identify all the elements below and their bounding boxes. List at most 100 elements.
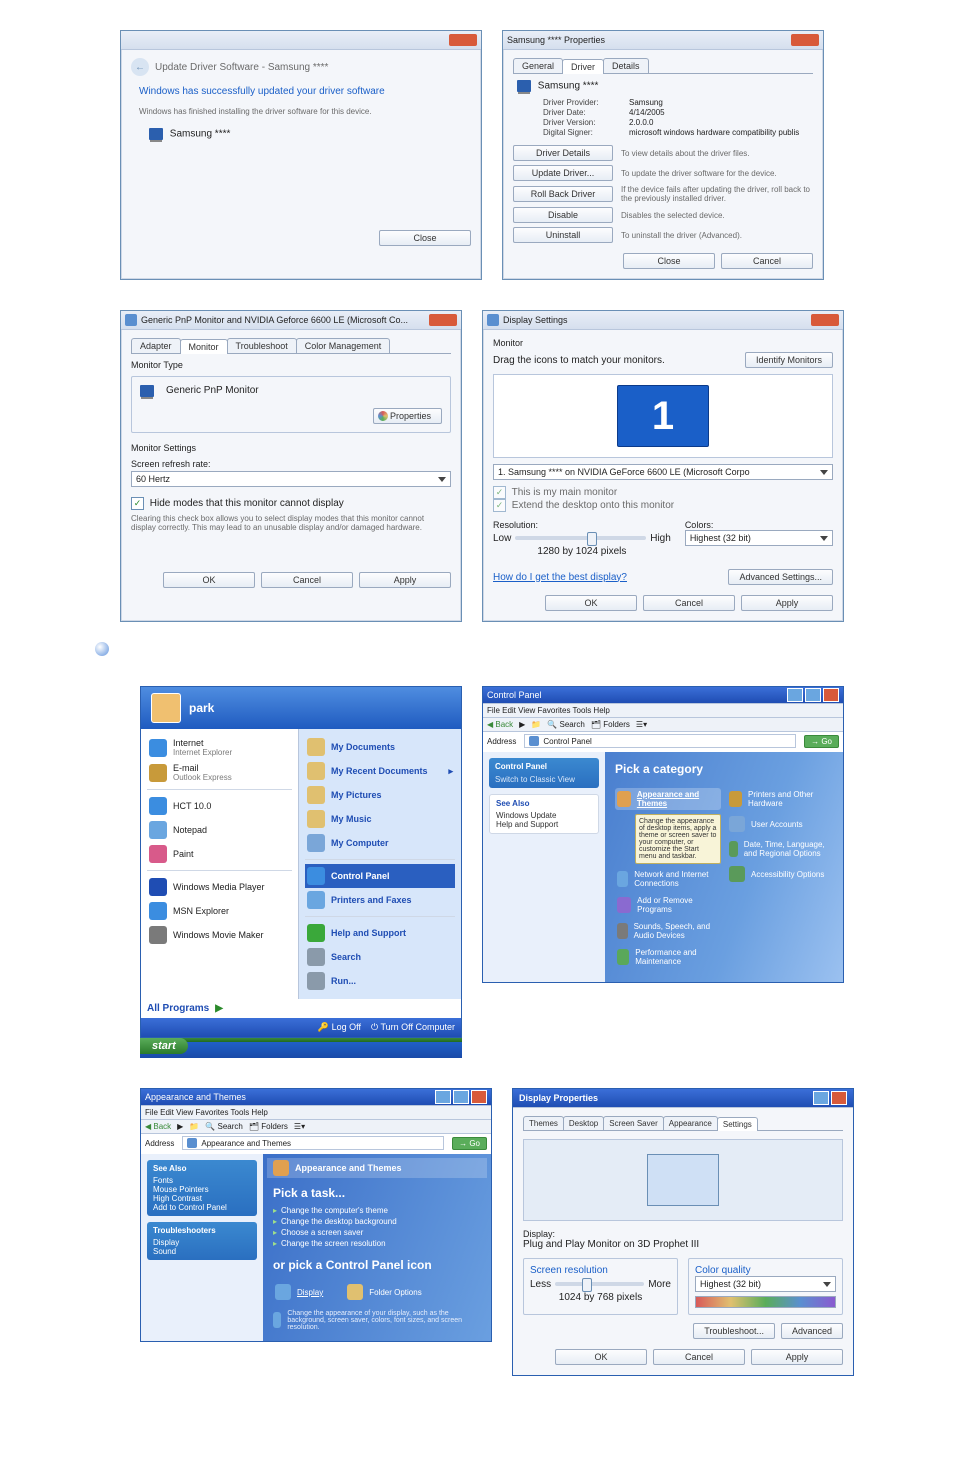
views-button[interactable]: ☰▾	[636, 720, 647, 729]
side-link[interactable]: Fonts	[153, 1176, 251, 1185]
advanced-button[interactable]: Advanced	[781, 1323, 843, 1339]
close-button[interactable]: Close	[379, 230, 471, 246]
logoff-button[interactable]: 🔑 Log Off	[318, 1022, 361, 1033]
monitor-1[interactable]: 1	[617, 385, 709, 447]
troubleshoot-button[interactable]: Troubleshoot...	[693, 1323, 775, 1339]
close-icon[interactable]	[471, 1090, 487, 1104]
start-item[interactable]: InternetInternet Explorer	[147, 735, 292, 760]
turnoff-button[interactable]: ⏻ Turn Off Computer	[371, 1022, 455, 1033]
apply-button[interactable]: Apply	[741, 595, 833, 611]
start-button[interactable]: start	[140, 1038, 188, 1054]
close-button[interactable]: Close	[623, 253, 715, 269]
properties-button[interactable]: Properties	[373, 408, 442, 424]
hide-modes-checkbox[interactable]	[131, 497, 144, 510]
apply-button[interactable]: Apply	[751, 1349, 843, 1365]
back-button[interactable]: ◀ Back	[487, 720, 513, 729]
start-item[interactable]: Printers and Faxes	[305, 888, 455, 912]
driver-details-button[interactable]: Driver Details	[513, 145, 613, 161]
tab-appearance[interactable]: Appearance	[663, 1116, 718, 1130]
task[interactable]: ▸Change the screen resolution	[273, 1239, 481, 1248]
display-combo[interactable]: 1. Samsung **** on NVIDIA GeForce 6600 L…	[493, 464, 833, 480]
maximize-icon[interactable]	[805, 688, 821, 702]
start-item[interactable]: Notepad	[147, 818, 292, 842]
start-item[interactable]: E-mailOutlook Express	[147, 760, 292, 785]
cp-icon-folder-options[interactable]: Folder Options	[345, 1282, 423, 1302]
rollback-driver-button[interactable]: Roll Back Driver	[513, 186, 613, 202]
cancel-button[interactable]: Cancel	[261, 572, 353, 588]
go-button[interactable]: → Go	[452, 1137, 487, 1150]
resolution-slider[interactable]	[515, 536, 646, 540]
category[interactable]: Add or Remove Programs	[615, 894, 721, 916]
disable-button[interactable]: Disable	[513, 207, 613, 223]
category[interactable]: Performance and Maintenance	[615, 946, 721, 968]
category[interactable]: User Accounts	[727, 814, 833, 834]
side-link[interactable]: Add to Control Panel	[153, 1203, 251, 1212]
up-button[interactable]: 📁	[531, 720, 541, 729]
side-link[interactable]: Windows Update	[496, 811, 592, 820]
close-icon[interactable]	[823, 688, 839, 702]
color-quality-dropdown[interactable]: Highest (32 bit)	[695, 1276, 836, 1292]
side-link[interactable]: Mouse Pointers	[153, 1185, 251, 1194]
colors-dropdown[interactable]: Highest (32 bit)	[685, 530, 833, 546]
identify-monitors-button[interactable]: Identify Monitors	[745, 352, 833, 368]
category[interactable]: Network and Internet Connections	[615, 868, 721, 890]
advanced-settings-button[interactable]: Advanced Settings...	[728, 569, 833, 585]
tab-desktop[interactable]: Desktop	[563, 1116, 604, 1130]
start-item[interactable]: Help and Support	[305, 921, 455, 945]
tab-color-mgmt[interactable]: Color Management	[296, 338, 391, 353]
folders-button[interactable]: 🗂 Folders	[249, 1122, 288, 1131]
category[interactable]: Accessibility Options	[727, 864, 833, 884]
side-link[interactable]: High Contrast	[153, 1194, 251, 1203]
task[interactable]: ▸Change the desktop background	[273, 1217, 481, 1226]
all-programs[interactable]: All Programs ▶	[141, 999, 461, 1018]
tab-screensaver[interactable]: Screen Saver	[603, 1116, 663, 1130]
switch-classic[interactable]: Switch to Classic View	[495, 775, 593, 784]
uninstall-button[interactable]: Uninstall	[513, 227, 613, 243]
side-link[interactable]: Help and Support	[496, 820, 592, 829]
start-item[interactable]: My Computer	[305, 831, 455, 855]
up-button[interactable]: 📁	[189, 1122, 199, 1131]
ok-button[interactable]: OK	[555, 1349, 647, 1365]
category[interactable]: Sounds, Speech, and Audio Devices	[615, 920, 721, 942]
cancel-button[interactable]: Cancel	[721, 253, 813, 269]
category[interactable]: Printers and Other Hardware	[727, 788, 833, 810]
cancel-button[interactable]: Cancel	[653, 1349, 745, 1365]
maximize-icon[interactable]	[453, 1090, 469, 1104]
start-item[interactable]: Control Panel	[305, 864, 455, 888]
side-link[interactable]: Display	[153, 1238, 251, 1247]
tab-details[interactable]: Details	[603, 58, 649, 73]
start-item[interactable]: MSN Explorer	[147, 899, 292, 923]
side-link[interactable]: Sound	[153, 1247, 251, 1256]
back-button[interactable]: ◀ Back	[145, 1122, 171, 1131]
start-item[interactable]: My Pictures	[305, 783, 455, 807]
start-item[interactable]: Search	[305, 945, 455, 969]
tab-troubleshoot[interactable]: Troubleshoot	[227, 338, 297, 353]
views-button[interactable]: ☰▾	[294, 1122, 305, 1131]
start-item[interactable]: HCT 10.0	[147, 794, 292, 818]
close-icon[interactable]	[831, 1091, 847, 1105]
ok-button[interactable]: OK	[163, 572, 255, 588]
forward-button[interactable]: ▶	[519, 720, 525, 729]
apply-button[interactable]: Apply	[359, 572, 451, 588]
minimize-icon[interactable]	[787, 688, 803, 702]
start-item[interactable]: Windows Movie Maker	[147, 923, 292, 947]
go-button[interactable]: → Go	[804, 735, 839, 748]
category[interactable]: Appearance and Themes	[615, 788, 721, 810]
tab-driver[interactable]: Driver	[562, 59, 604, 74]
resolution-slider[interactable]	[555, 1282, 644, 1286]
task[interactable]: ▸Change the computer's theme	[273, 1206, 481, 1215]
update-driver-button[interactable]: Update Driver...	[513, 165, 613, 181]
tab-general[interactable]: General	[513, 58, 563, 73]
forward-button[interactable]: ▶	[177, 1122, 183, 1131]
ok-button[interactable]: OK	[545, 595, 637, 611]
back-icon[interactable]: ←	[131, 58, 149, 76]
address-bar[interactable]: Appearance and Themes	[182, 1136, 444, 1150]
tab-settings[interactable]: Settings	[717, 1117, 758, 1131]
start-item[interactable]: Paint	[147, 842, 292, 866]
tab-adapter[interactable]: Adapter	[131, 338, 181, 353]
minimize-icon[interactable]	[435, 1090, 451, 1104]
menubar[interactable]: File Edit View Favorites Tools Help	[483, 704, 843, 718]
search-button[interactable]: 🔍 Search	[205, 1122, 243, 1131]
start-item[interactable]: Run...	[305, 969, 455, 993]
cp-icon-display[interactable]: Display	[273, 1282, 325, 1302]
